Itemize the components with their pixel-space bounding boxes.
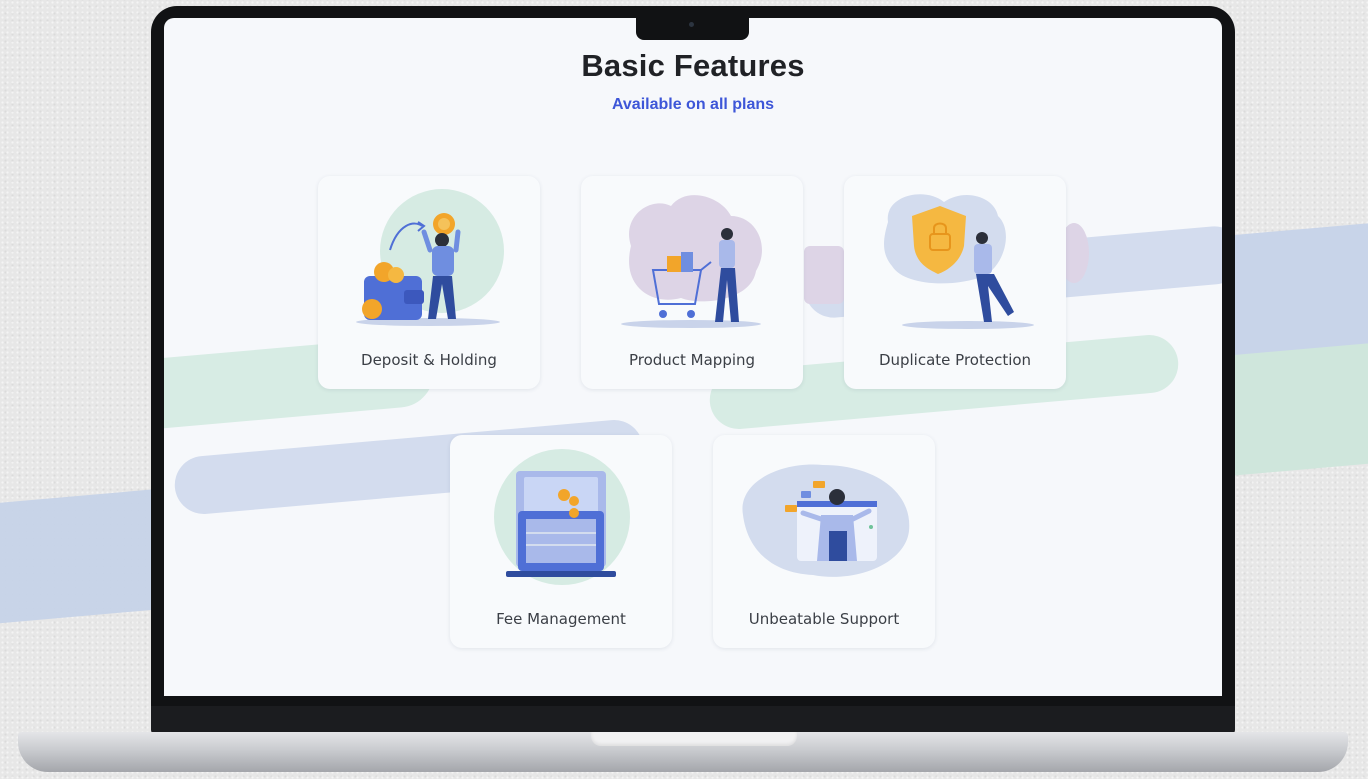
- laptop-screen: Basic Features Available on all plans De…: [164, 18, 1222, 696]
- wallet-coins-illustration-icon: [356, 189, 504, 326]
- laptop-notch: [636, 16, 749, 40]
- feature-label: Fee Management: [496, 610, 626, 628]
- shopping-cart-illustration-icon: [621, 195, 762, 328]
- feature-card-deposit-holding[interactable]: Deposit & Holding: [318, 176, 540, 389]
- laptop-base: [18, 732, 1348, 772]
- feature-label: Unbeatable Support: [748, 610, 900, 628]
- feature-card-product-mapping[interactable]: Product Mapping: [581, 176, 803, 389]
- feature-label: Deposit & Holding: [361, 351, 497, 369]
- laptop-invoice-illustration-icon: [494, 449, 630, 585]
- feature-card-fee-management[interactable]: Fee Management: [450, 435, 672, 648]
- feature-card-duplicate-protection[interactable]: Duplicate Protection: [844, 176, 1066, 389]
- feature-label: Product Mapping: [628, 351, 756, 369]
- feature-card-unbeatable-support[interactable]: Unbeatable Support: [713, 435, 935, 648]
- support-agent-illustration-icon: [742, 464, 910, 577]
- page-title: Basic Features: [581, 48, 805, 83]
- laptop-hinge: [151, 706, 1235, 734]
- shield-lock-illustration-icon: [884, 194, 1034, 329]
- laptop-opening-lip: [591, 732, 797, 746]
- page-subtitle: Available on all plans: [611, 96, 775, 113]
- decor-band: [804, 246, 844, 304]
- camera-icon: [689, 22, 694, 27]
- section-header: Basic Features Available on all plans: [164, 48, 1222, 114]
- feature-label: Duplicate Protection: [878, 351, 1032, 369]
